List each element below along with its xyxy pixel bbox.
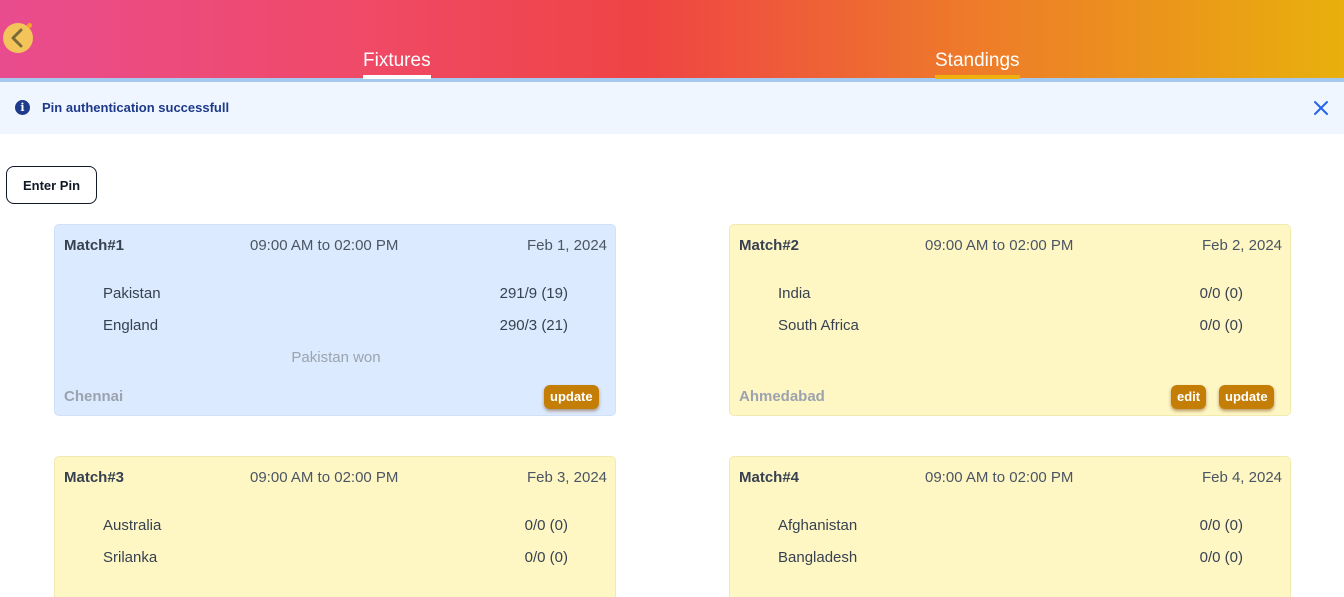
team-1-score: 0/0 (0) [1199, 517, 1243, 534]
match-date: Feb 4, 2024 [1201, 469, 1282, 486]
alert-banner: i Pin authentication successfull [0, 82, 1344, 134]
match-time: 09:00 AM to 02:00 PM [925, 237, 1074, 254]
match-card: Match#4 09:00 AM to 02:00 PM Feb 4, 2024… [729, 456, 1291, 597]
header-bar [0, 0, 1344, 78]
team-1-name: India [778, 285, 811, 302]
notification-dot [27, 23, 32, 28]
team-1-score: 291/9 (19) [499, 285, 568, 302]
team-2-score: 0/0 (0) [1199, 317, 1243, 334]
back-button[interactable] [3, 23, 33, 53]
chevron-left-icon [11, 28, 23, 48]
info-icon: i [15, 100, 30, 115]
match-title: Match#1 [64, 237, 125, 254]
team-1-name: Australia [103, 517, 162, 534]
team-2-score: 0/0 (0) [1199, 549, 1243, 566]
match-title: Match#3 [64, 469, 125, 486]
tab-fixtures[interactable]: Fixtures [363, 50, 431, 79]
match-result: Pakistan won [291, 349, 381, 366]
close-icon[interactable] [1311, 98, 1331, 118]
match-card: Match#1 09:00 AM to 02:00 PM Feb 1, 2024… [54, 224, 616, 416]
match-date: Feb 2, 2024 [1201, 237, 1282, 254]
match-date: Feb 1, 2024 [526, 237, 607, 254]
match-time: 09:00 AM to 02:00 PM [250, 469, 399, 486]
team-2-score: 0/0 (0) [524, 549, 568, 566]
enter-pin-button[interactable]: Enter Pin [6, 166, 97, 204]
update-button[interactable]: update [544, 385, 599, 409]
team-1-score: 0/0 (0) [1199, 285, 1243, 302]
team-2-name: Bangladesh [778, 549, 858, 566]
team-2-name: South Africa [778, 317, 859, 334]
team-2-score: 290/3 (21) [499, 317, 568, 334]
match-title: Match#4 [739, 469, 800, 486]
tab-standings[interactable]: Standings [935, 50, 1020, 79]
match-card: Match#2 09:00 AM to 02:00 PM Feb 2, 2024… [729, 224, 1291, 416]
match-time: 09:00 AM to 02:00 PM [925, 469, 1074, 486]
team-1-name: Afghanistan [778, 517, 858, 534]
match-date: Feb 3, 2024 [526, 469, 607, 486]
match-card: Match#3 09:00 AM to 02:00 PM Feb 3, 2024… [54, 456, 616, 597]
team-1-score: 0/0 (0) [524, 517, 568, 534]
edit-button[interactable]: edit [1171, 385, 1207, 409]
match-title: Match#2 [739, 237, 800, 254]
alert-message: Pin authentication successfull [42, 100, 230, 115]
match-venue: Ahmedabad [739, 388, 825, 405]
match-venue: Chennai [64, 388, 124, 405]
update-button[interactable]: update [1219, 385, 1274, 409]
team-1-name: Pakistan [103, 285, 161, 302]
match-time: 09:00 AM to 02:00 PM [250, 237, 399, 254]
team-2-name: England [103, 317, 159, 334]
team-2-name: Srilanka [103, 549, 158, 566]
